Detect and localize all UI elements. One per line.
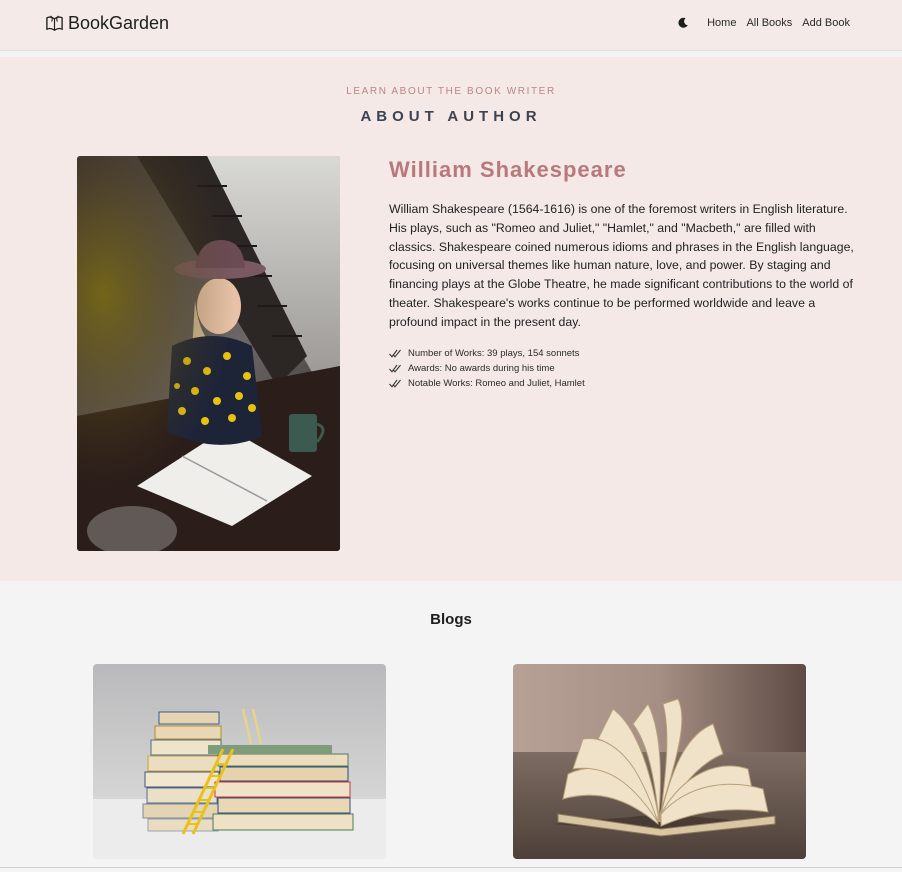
blogs-title: Blogs bbox=[430, 611, 472, 628]
author-bio: William Shakespeare (1564-1616) is one o… bbox=[389, 202, 854, 329]
fact-text: Awards: No awards during his time bbox=[408, 363, 555, 374]
brand-name: BookGarden bbox=[68, 13, 170, 33]
about-title: ABOUT AUTHOR bbox=[360, 108, 542, 125]
blog-card-book-stack[interactable] bbox=[93, 664, 386, 859]
fact-text: Number of Works: 39 plays, 154 sonnets bbox=[408, 348, 580, 359]
nav-links: Home All Books Add Book bbox=[677, 17, 850, 29]
navbar: BookGarden Home All Books Add Book bbox=[0, 0, 902, 51]
nav-link-add-book[interactable]: Add Book bbox=[802, 17, 850, 29]
moon-icon[interactable] bbox=[677, 17, 689, 29]
page-bottom-divider bbox=[0, 867, 902, 868]
author-photo bbox=[77, 156, 340, 551]
blog-image-book-stack bbox=[93, 664, 386, 859]
book-logo-icon bbox=[46, 15, 63, 31]
about-kicker: LEARN ABOUT THE BOOK WRITER bbox=[346, 86, 556, 97]
fact-text: Notable Works: Romeo and Juliet, Hamlet bbox=[408, 378, 585, 389]
fact-number-of-works: Number of Works: 39 plays, 154 sonnets bbox=[389, 346, 585, 361]
fact-notable-works: Notable Works: Romeo and Juliet, Hamlet bbox=[389, 376, 585, 391]
author-facts: Number of Works: 39 plays, 154 sonnets A… bbox=[389, 346, 585, 391]
nav-link-home[interactable]: Home bbox=[707, 17, 736, 29]
blog-card-open-book[interactable] bbox=[513, 664, 806, 859]
double-check-icon bbox=[389, 349, 401, 358]
blog-image-open-book bbox=[513, 664, 806, 859]
about-author-section: LEARN ABOUT THE BOOK WRITER ABOUT AUTHOR bbox=[0, 57, 902, 581]
nav-link-all-books[interactable]: All Books bbox=[746, 17, 792, 29]
brand[interactable]: BookGarden bbox=[45, 13, 169, 34]
author-name: William Shakespeare bbox=[389, 157, 627, 182]
double-check-icon bbox=[389, 379, 401, 388]
fact-awards: Awards: No awards during his time bbox=[389, 361, 585, 376]
double-check-icon bbox=[389, 364, 401, 373]
